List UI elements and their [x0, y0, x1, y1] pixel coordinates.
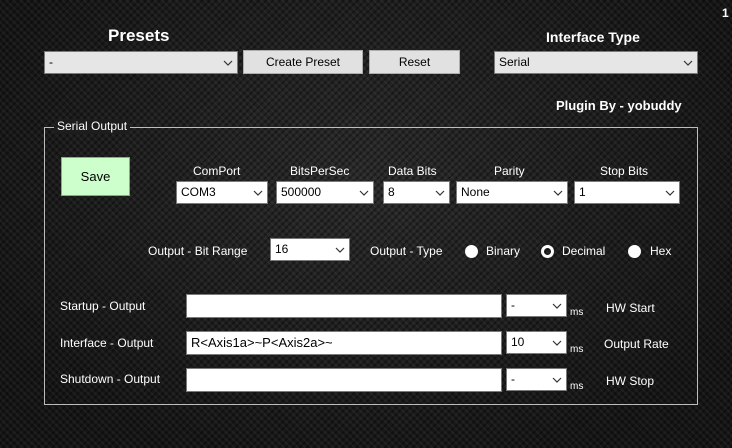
output-rate-label: Output Rate	[604, 337, 669, 351]
presets-dropdown[interactable]: -	[44, 51, 238, 74]
radio-hex-label: Hex	[650, 244, 672, 258]
hw-start-label: HW Start	[606, 301, 655, 315]
startup-output-label: Startup - Output	[60, 299, 146, 313]
chevron-down-icon	[548, 332, 566, 353]
parity-dropdown[interactable]: None	[456, 181, 568, 204]
shutdown-ms-dropdown[interactable]: -	[506, 368, 567, 391]
presets-selected-value: -	[49, 55, 53, 69]
shutdown-ms-value: -	[511, 372, 515, 386]
radio-binary-label: Binary	[486, 244, 521, 258]
interface-output-label: Interface - Output	[60, 336, 154, 350]
data-bits-label: Data Bits	[388, 164, 437, 178]
interface-type-dropdown[interactable]: Serial	[494, 51, 698, 74]
presets-heading: Presets	[108, 26, 170, 45]
shutdown-output-field[interactable]	[186, 368, 502, 392]
plugin-credit: Plugin By - yobuddy	[556, 98, 682, 113]
interface-ms-dropdown[interactable]: 10	[506, 331, 567, 354]
bits-per-sec-label: BitsPerSec	[290, 164, 350, 178]
chevron-down-icon	[431, 182, 449, 203]
chevron-down-icon	[661, 182, 679, 203]
chevron-down-icon	[249, 182, 267, 203]
radio-decimal-label: Decimal	[562, 244, 606, 258]
bit-range-dropdown[interactable]: 16	[270, 238, 350, 261]
interface-output-field[interactable]: R<Axis1a>~P<Axis2a>~	[186, 331, 502, 355]
bit-range-value: 16	[275, 242, 289, 256]
comport-label: ComPort	[193, 164, 241, 178]
interface-ms-value: 10	[511, 335, 525, 349]
radio-binary[interactable]	[465, 245, 478, 258]
output-type-label: Output - Type	[370, 244, 443, 258]
create-preset-button[interactable]: Create Preset	[243, 50, 363, 74]
startup-ms-value: -	[511, 298, 515, 312]
serial-output-group-title: Serial Output	[54, 119, 131, 133]
chevron-down-icon	[355, 182, 373, 203]
data-bits-dropdown[interactable]: 8	[383, 181, 450, 204]
bit-range-label: Output - Bit Range	[148, 244, 248, 258]
interface-type-heading: Interface Type	[546, 29, 640, 45]
startup-output-field[interactable]	[186, 294, 502, 318]
data-bits-value: 8	[388, 185, 395, 199]
stop-bits-label: Stop Bits	[600, 164, 649, 178]
parity-value: None	[461, 185, 490, 199]
stop-bits-value: 1	[579, 185, 586, 199]
parity-label: Parity	[494, 164, 525, 178]
chevron-down-icon	[331, 239, 349, 260]
startup-ms-dropdown[interactable]: -	[506, 294, 567, 317]
radio-hex[interactable]	[628, 245, 641, 258]
reset-button[interactable]: Reset	[369, 50, 460, 74]
chevron-down-icon	[219, 52, 237, 73]
startup-ms-unit: ms	[570, 307, 584, 318]
chevron-down-icon	[679, 52, 697, 73]
shutdown-ms-unit: ms	[570, 381, 584, 392]
hw-stop-label: HW Stop	[606, 374, 655, 388]
save-button[interactable]: Save	[61, 157, 130, 196]
chevron-down-icon	[548, 295, 566, 316]
corner-number: 1	[722, 6, 729, 20]
stop-bits-dropdown[interactable]: 1	[574, 181, 680, 204]
chevron-down-icon	[548, 369, 566, 390]
comport-dropdown[interactable]: COM3	[176, 181, 268, 204]
interface-ms-unit: ms	[570, 344, 584, 355]
bits-per-sec-value: 500000	[281, 185, 322, 199]
chevron-down-icon	[549, 182, 567, 203]
radio-decimal[interactable]	[541, 245, 554, 258]
comport-value: COM3	[181, 185, 216, 199]
bits-per-sec-dropdown[interactable]: 500000	[276, 181, 374, 204]
shutdown-output-label: Shutdown - Output	[60, 372, 161, 386]
interface-type-selected-value: Serial	[499, 55, 530, 69]
